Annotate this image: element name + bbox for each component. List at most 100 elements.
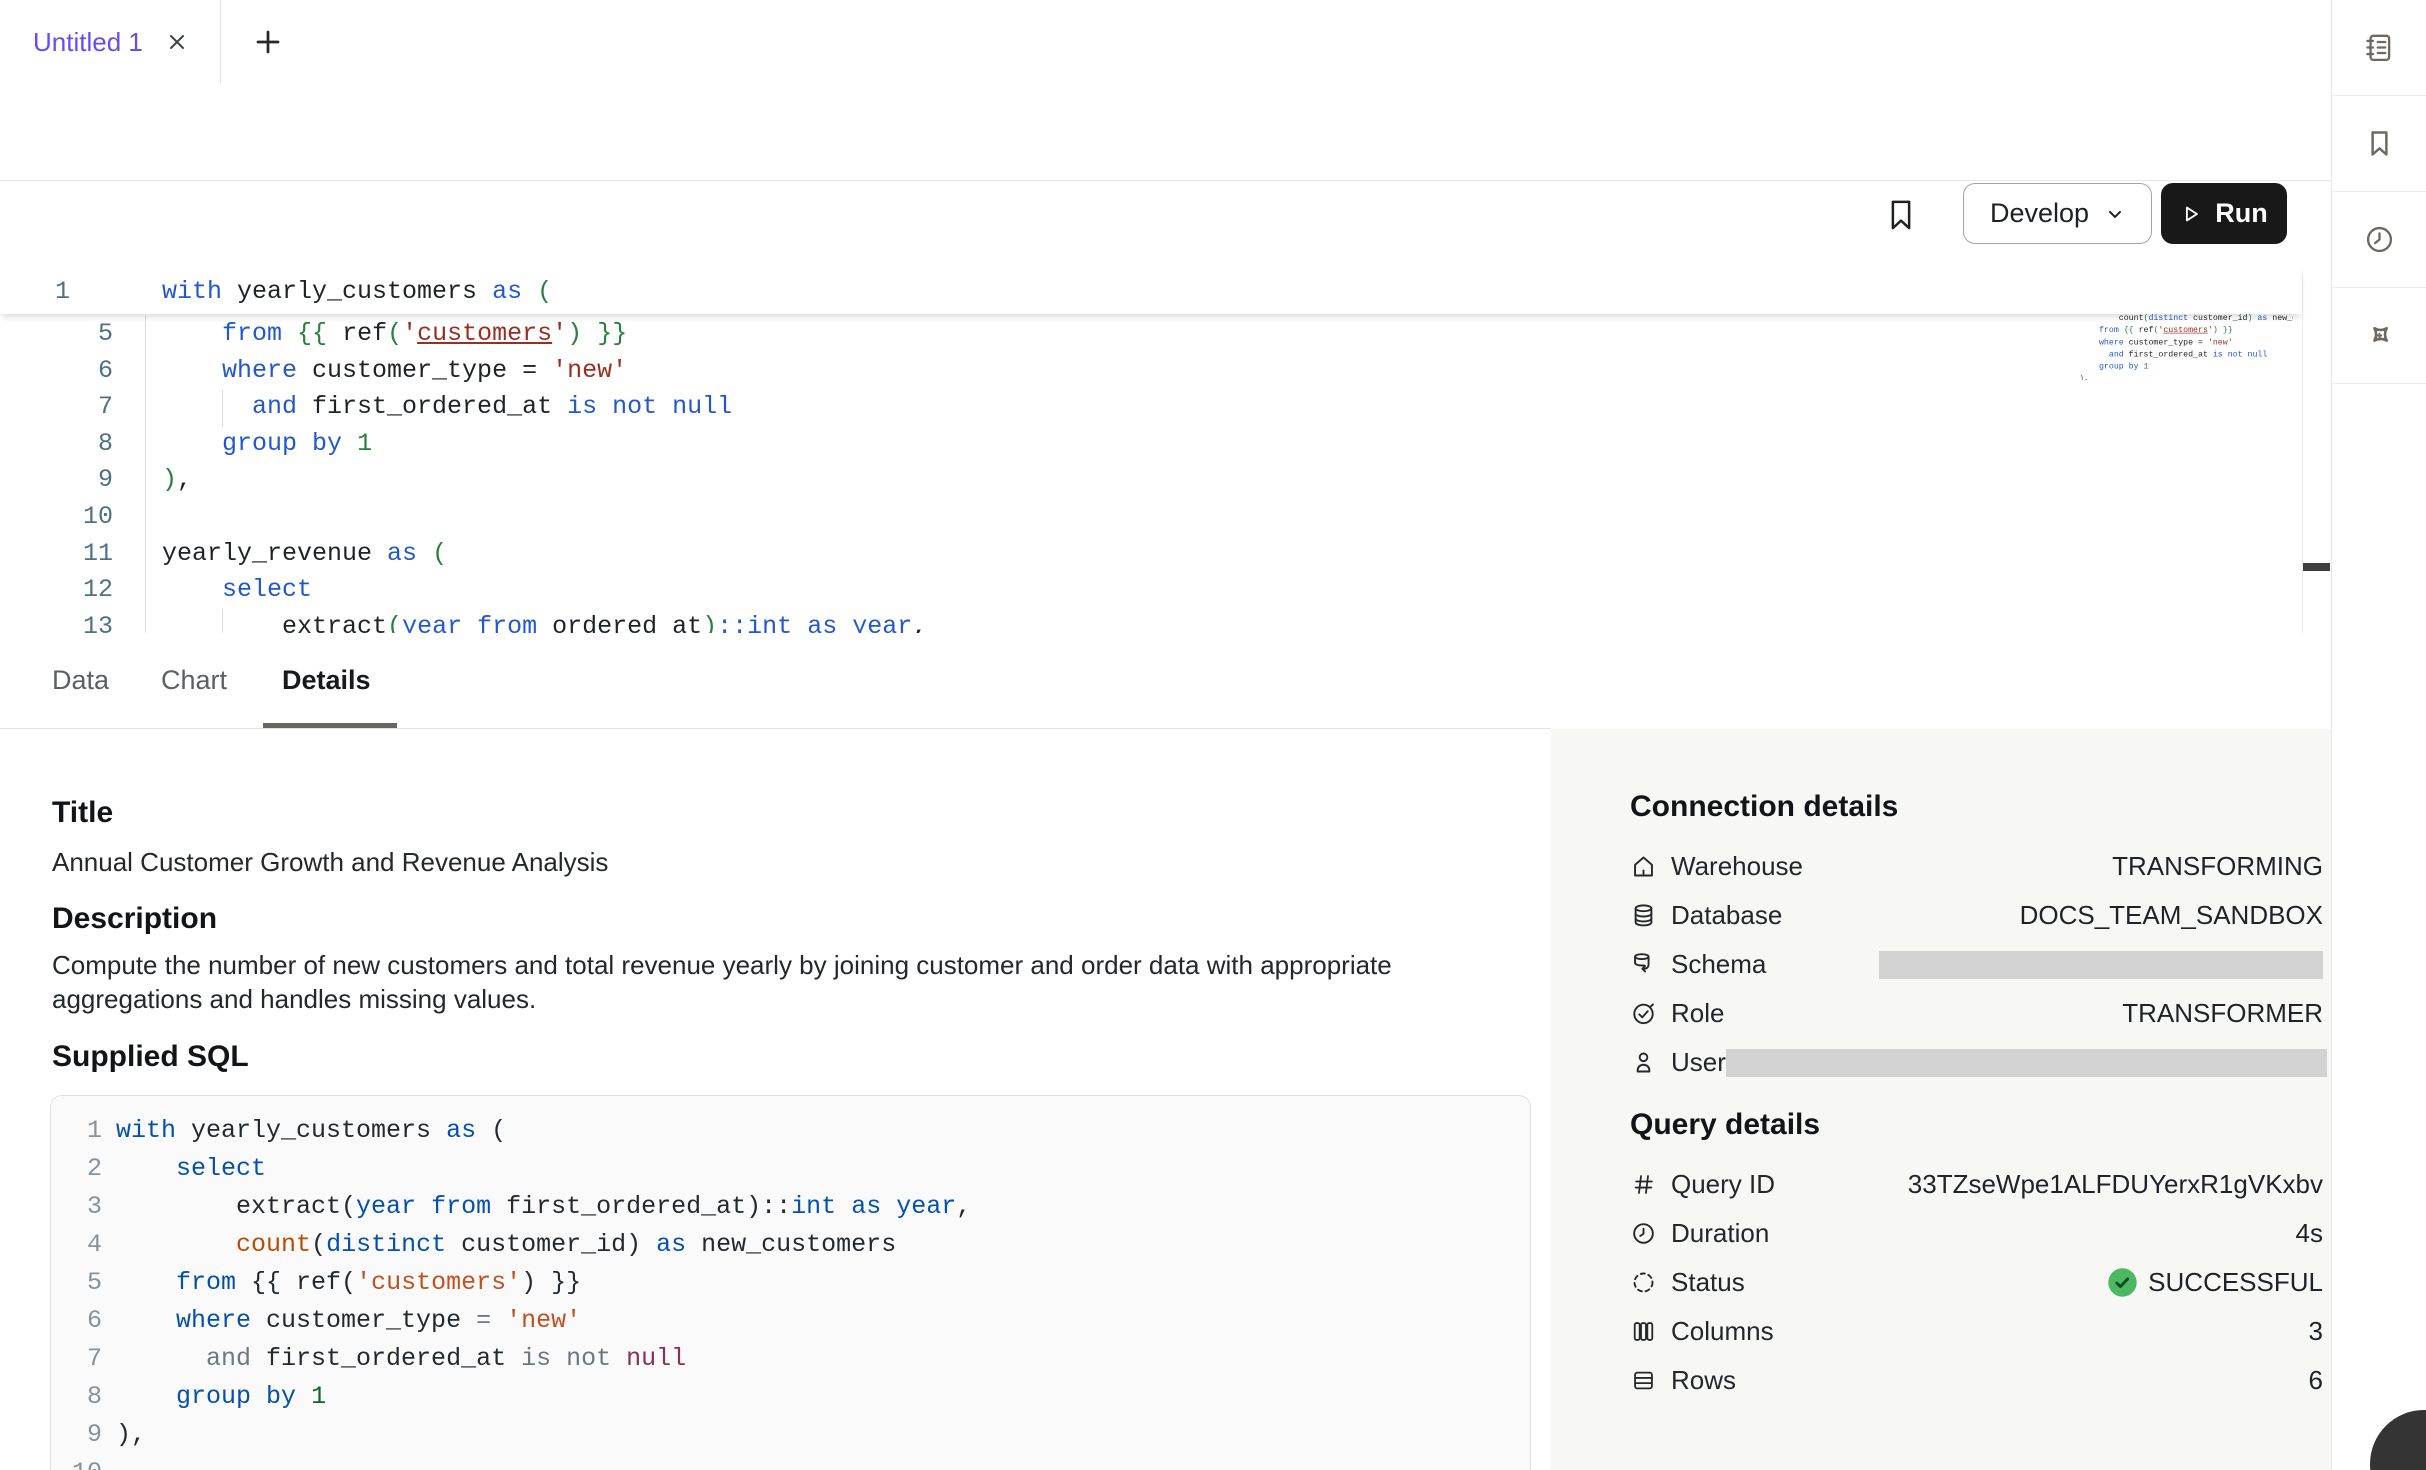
detail-value: 3 [2309, 1316, 2323, 1347]
code-line: 9), [0, 462, 2300, 499]
close-icon[interactable] [165, 30, 189, 54]
detail-label: Status [1671, 1267, 1745, 1298]
code-line: 8 group by 1 [51, 1378, 1530, 1416]
details-panel: Title Annual Customer Growth and Revenue… [0, 729, 1551, 1470]
line-number: 10 [0, 499, 113, 536]
title-text: Annual Customer Growth and Revenue Analy… [52, 845, 608, 879]
supplied-sql-block: 1with yearly_customers as (2 select3 ext… [50, 1095, 1531, 1470]
detail-label: Schema [1671, 949, 1766, 980]
sidebar-button-history[interactable] [2332, 192, 2426, 288]
line-number: 1 [0, 270, 125, 314]
detail-label: Role [1671, 998, 1724, 1029]
indent-guide [222, 390, 223, 427]
code-line: group by 1 [2063, 361, 2139, 373]
duration-icon [1630, 1220, 1657, 1247]
redacted-value [1879, 951, 2323, 979]
code-line: and first_ordered_at is not null [2063, 348, 2139, 360]
tab-details[interactable]: Details [282, 633, 371, 728]
code-line: 10 [0, 499, 2300, 536]
line-number: 6 [0, 353, 113, 390]
line-number: 5 [51, 1264, 102, 1302]
detail-value: 33TZseWpe1ALFDUYerxR1gVKxbv [1908, 1169, 2323, 1200]
code-line: 1with yearly_customers as ( [0, 270, 2302, 314]
lineage-icon [2363, 319, 2396, 352]
scrollbar-thumb[interactable] [2303, 563, 2330, 571]
line-number: 5 [0, 316, 113, 353]
code-line: 12 select [0, 572, 2300, 609]
code-line: count(distinct customer_id) as new_custo… [2063, 312, 2139, 324]
detail-value: TRANSFORMER [2122, 998, 2323, 1029]
detail-row: Query ID 33TZseWpe1ALFDUYerxR1gVKxbv [1630, 1160, 2323, 1209]
sidebar-button-lineage[interactable] [2332, 288, 2426, 384]
query-details-heading: Query details [1630, 1108, 1820, 1142]
detail-row: Schema [1630, 940, 2323, 989]
title-heading: Title [52, 796, 113, 830]
detail-row: Status SUCCESSFUL [1630, 1258, 2323, 1307]
code-line: 6 where customer_type = 'new' [0, 353, 2300, 390]
code-line: 13 extract(year from ordered_at)::int as… [0, 609, 2300, 634]
tab-title: Untitled 1 [33, 27, 143, 58]
detail-label: Database [1671, 900, 1782, 931]
line-number: 8 [51, 1378, 102, 1416]
line-number: 13 [0, 609, 113, 634]
detail-label: Query ID [1671, 1169, 1775, 1200]
detail-row: Role TRANSFORMER [1630, 989, 2323, 1038]
history-icon [2363, 223, 2396, 256]
user-icon [1630, 1049, 1657, 1076]
description-heading: Description [52, 902, 217, 936]
line-number: 9 [51, 1416, 102, 1454]
editor-lines: 5 from {{ ref('customers') }}6 where cus… [0, 316, 2300, 634]
code-line: 3 extract(year from first_ordered_at)::i… [51, 1188, 1530, 1226]
code-line: 7 and first_ordered_at is not null [0, 389, 2300, 426]
role-icon [1630, 1000, 1657, 1027]
tab-untitled-1[interactable]: Untitled 1 [0, 0, 209, 84]
tab-bar: Untitled 1 [0, 0, 2331, 85]
code-line: 6 where customer_type = 'new' [51, 1302, 1530, 1340]
code-line: ), [2063, 373, 2139, 380]
line-number: 7 [51, 1340, 102, 1378]
query-details-list: Query ID 33TZseWpe1ALFDUYerxR1gVKxbv Durat… [1630, 1160, 2323, 1405]
detail-value: DOCS_TEAM_SANDBOX [2020, 900, 2323, 931]
tab-chart[interactable]: Chart [161, 633, 227, 728]
sidebar-button-notebook[interactable] [2332, 0, 2426, 96]
line-number: 7 [0, 389, 113, 426]
schema-icon [1630, 951, 1657, 978]
new-tab-button[interactable] [238, 0, 298, 84]
bookmark-icon [2363, 127, 2396, 160]
detail-label: Rows [1671, 1365, 1736, 1396]
columns-icon [1630, 1318, 1657, 1345]
code-line: 9), [51, 1416, 1530, 1454]
detail-value: TRANSFORMING [2112, 851, 2323, 882]
status-icon [1630, 1269, 1657, 1296]
metadata-panel: Connection details WarehouseTRANSFORMING… [1551, 729, 2331, 1470]
detail-label: Warehouse [1671, 851, 1803, 882]
scrollbar-track [2302, 270, 2303, 633]
code-line: 4 count(distinct customer_id) as new_cus… [51, 1226, 1530, 1264]
detail-value: 4s [2296, 1218, 2323, 1249]
code-line: 7 and first_ordered_at is not null [51, 1340, 1530, 1378]
detail-row: Database DOCS_TEAM_SANDBOX [1630, 891, 2323, 940]
redacted-value [1726, 1049, 2327, 1077]
sql-editor[interactable]: 5 from {{ ref('customers') }}6 where cus… [0, 270, 2331, 634]
code-line: 11yearly_revenue as ( [0, 536, 2300, 573]
warehouse-icon [1630, 853, 1657, 880]
indent-guide [145, 316, 146, 633]
tab-data[interactable]: Data [52, 633, 109, 728]
detail-label: Duration [1671, 1218, 1769, 1249]
hash-icon [1630, 1171, 1657, 1198]
code-line: 5 from {{ ref('customers') }} [0, 316, 2300, 353]
line-number: 10 [51, 1454, 102, 1470]
code-line: 5 from {{ ref('customers') }} [51, 1264, 1530, 1302]
sidebar-button-bookmark[interactable] [2332, 96, 2426, 192]
detail-row: User [1630, 1038, 2323, 1087]
line-number: 4 [51, 1226, 102, 1264]
rows-icon [1630, 1367, 1657, 1394]
sticky-line: 1with yearly_customers as ( [0, 270, 2302, 314]
tab-divider [220, 0, 221, 84]
detail-value: 6 [2309, 1365, 2323, 1396]
supplied-sql-heading: Supplied SQL [52, 1040, 249, 1074]
code-line: 10 [51, 1454, 1530, 1470]
app-window: Untitled 1 Develop Run Query completed i… [0, 0, 2426, 1470]
detail-row: Columns3 [1630, 1307, 2323, 1356]
detail-value: SUCCESSFUL [2107, 1267, 2323, 1298]
